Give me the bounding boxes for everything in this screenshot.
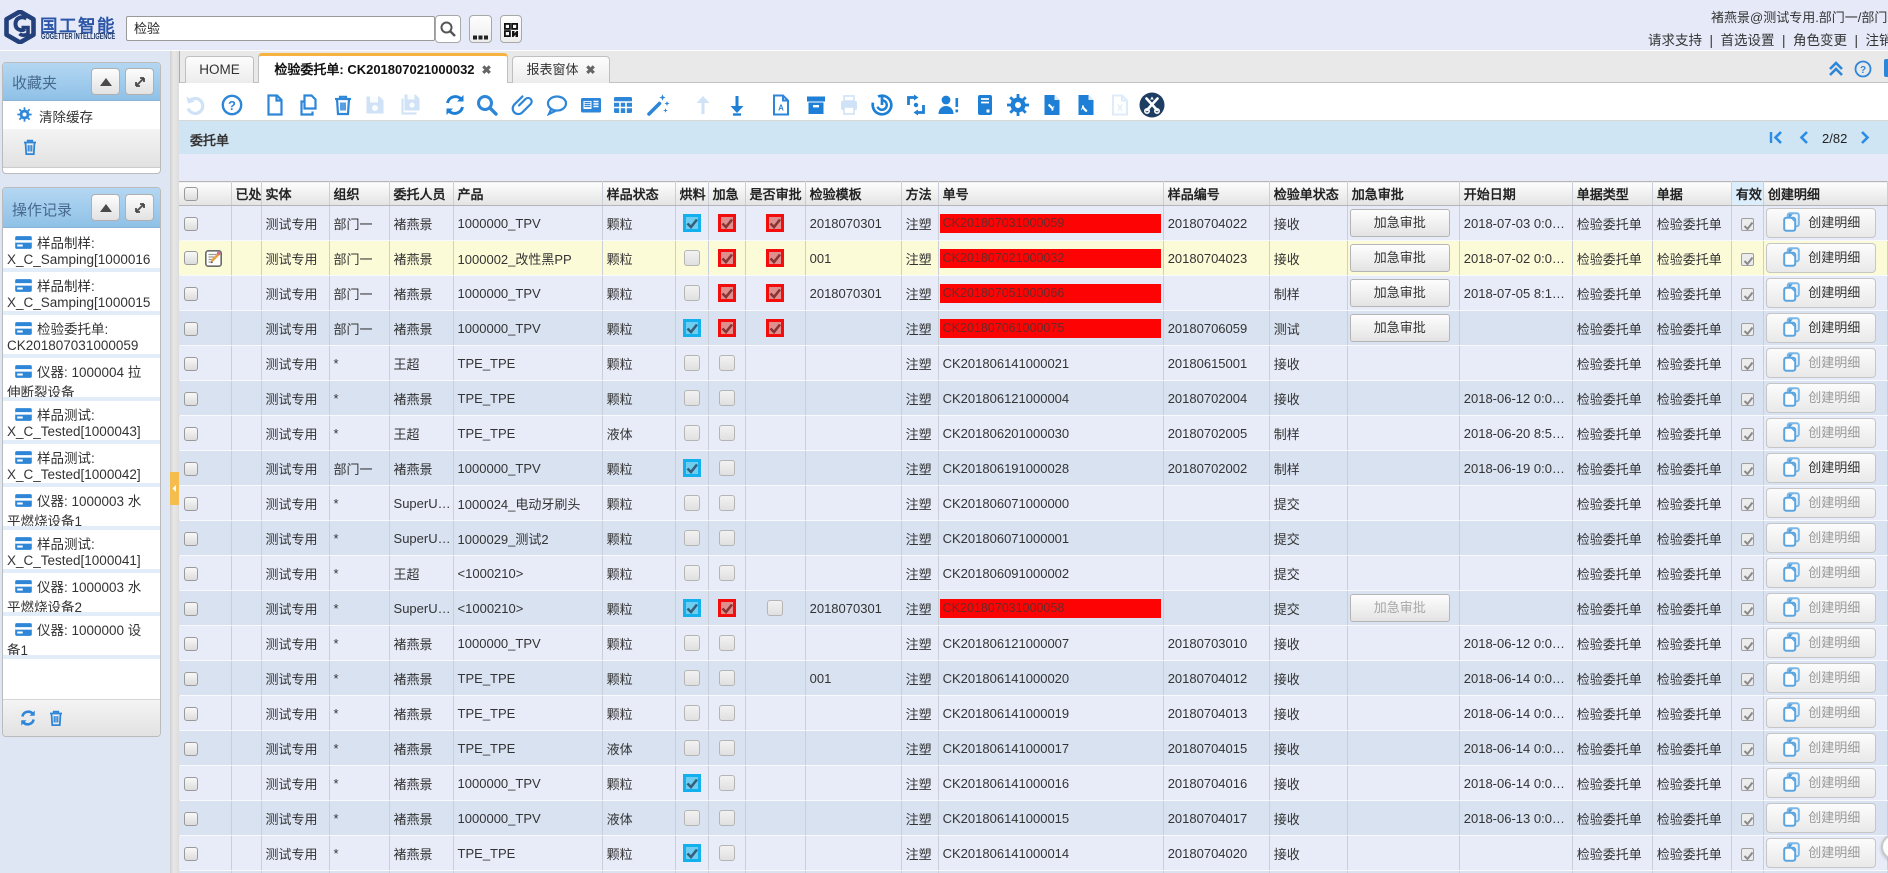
svg-text:X: X bbox=[1117, 103, 1123, 113]
svg-text:?: ? bbox=[228, 98, 236, 113]
svg-text:?: ? bbox=[1860, 65, 1866, 76]
svg-text:A: A bbox=[778, 104, 784, 113]
